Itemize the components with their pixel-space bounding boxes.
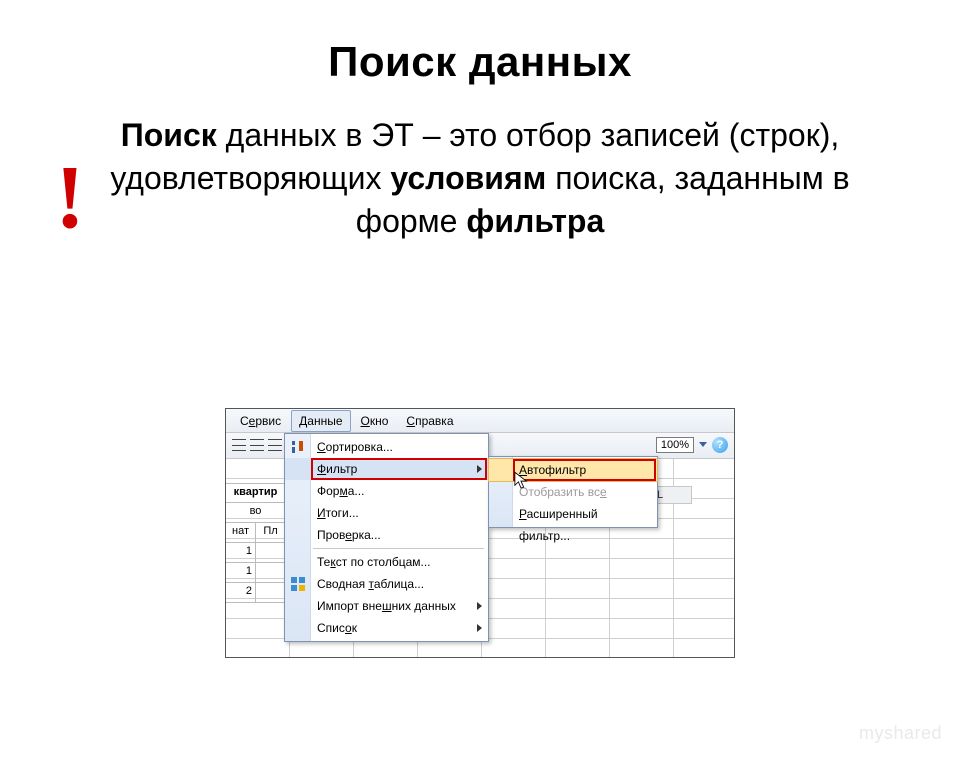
cell: 2 — [226, 583, 256, 602]
def-bold-1: Поиск — [121, 117, 217, 153]
frag-sub3: Пл — [256, 523, 285, 542]
menu-item-form[interactable]: Форма... — [285, 480, 488, 502]
exclamation-mark: ! — [55, 153, 85, 243]
align-icons — [232, 439, 282, 451]
menu-item-totals[interactable]: Итоги... — [285, 502, 488, 524]
menu-item-text-to-columns[interactable]: Текст по столбцам... — [285, 551, 488, 573]
table-fragment: квартир во нат Пл 1 1 2 — [226, 483, 286, 603]
align-center-icon[interactable] — [250, 439, 264, 451]
frag-row-3: 2 — [226, 583, 286, 603]
frag-sub2: нат — [226, 523, 256, 542]
submenu-item-autofilter[interactable]: Автофильтр — [489, 459, 657, 481]
u: О — [361, 414, 370, 428]
zoom-value: 100% — [656, 437, 694, 453]
pivot-icon — [290, 576, 306, 592]
u: Д — [299, 414, 307, 428]
menu-item-import[interactable]: Импорт внешних данных — [285, 595, 488, 617]
slide-title: Поиск данных — [0, 38, 960, 86]
data-menu-dropdown: Сортировка... Фильтр Форма... Итоги... П… — [284, 433, 489, 642]
sort-icon — [290, 439, 306, 455]
frag-header: квартир — [226, 483, 286, 503]
zoom-control[interactable]: 100% — [656, 437, 708, 453]
u: С — [406, 414, 415, 428]
menu-item-filter[interactable]: Фильтр — [285, 458, 488, 480]
definition-text: Поиск данных в ЭТ – это отбор записей (с… — [110, 114, 850, 244]
frag-row-2: 1 — [226, 563, 286, 583]
dropdown-icon[interactable] — [698, 440, 708, 450]
menu-item-pivot[interactable]: Сводная таблица... — [285, 573, 488, 595]
cell — [256, 543, 285, 562]
submenu-item-advanced-filter[interactable]: Расширенный фильтр... — [489, 503, 657, 525]
menu-separator — [313, 548, 484, 549]
menu-window[interactable]: Окно — [353, 410, 397, 432]
frag-subheader2: нат Пл — [226, 523, 286, 543]
menu-item-list[interactable]: Список — [285, 617, 488, 639]
align-left-icon[interactable] — [232, 439, 246, 451]
menu-item-validate[interactable]: Проверка... — [285, 524, 488, 546]
help-icon[interactable]: ? — [712, 437, 728, 453]
align-right-icon[interactable] — [268, 439, 282, 451]
cell — [256, 563, 285, 582]
frag-subheader: во — [226, 503, 286, 523]
embedded-screenshot: Сервис Данные Окно Справка 100% ? L квар… — [225, 408, 735, 658]
menu-bar: Сервис Данные Окно Справка — [226, 409, 734, 433]
u: е — [249, 414, 256, 428]
submenu-item-show-all: Отобразить все — [489, 481, 657, 503]
def-bold-2: условиям — [390, 160, 546, 196]
def-bold-3: фильтра — [466, 203, 604, 239]
frag-row-1: 1 — [226, 543, 286, 563]
menu-help[interactable]: Справка — [398, 410, 461, 432]
frag-sub1: во — [226, 503, 285, 522]
menu-data[interactable]: Данные — [291, 410, 350, 432]
menu-item-sort[interactable]: Сортировка... — [285, 436, 488, 458]
cell: 1 — [226, 543, 256, 562]
filter-submenu: Автофильтр Отобразить все Расширенный фи… — [488, 456, 658, 528]
menu-service[interactable]: Сервис — [232, 410, 289, 432]
watermark: myshared — [859, 723, 942, 744]
cell: 1 — [226, 563, 256, 582]
cell — [256, 583, 285, 602]
